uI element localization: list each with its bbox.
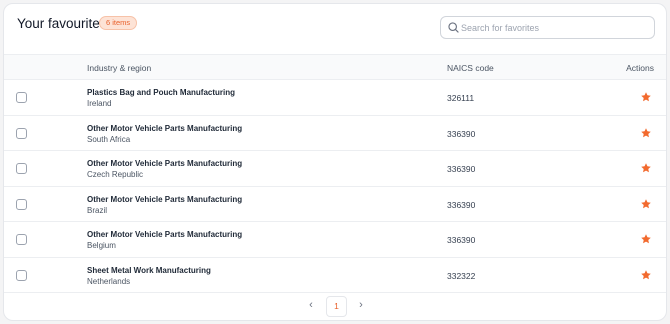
naics-code: 336390 [447, 235, 476, 245]
table-row[interactable]: Other Motor Vehicle Parts Manufacturing … [4, 187, 666, 222]
column-header-naics[interactable]: NAICS code [447, 63, 494, 73]
table-header: Industry & region NAICS code Actions [4, 54, 666, 80]
favourites-header: Your favourites 6 items [4, 4, 666, 54]
page-title: Your favourites [17, 16, 107, 31]
row-checkbox[interactable] [16, 163, 27, 174]
chevron-left-icon[interactable]: ‹ [305, 299, 317, 311]
star-icon[interactable] [640, 198, 652, 210]
naics-code: 336390 [447, 199, 476, 210]
table-row[interactable]: Other Motor Vehicle Parts Manufacturing … [4, 151, 666, 187]
region-name: Czech Republic [87, 170, 144, 179]
row-checkbox[interactable] [16, 269, 27, 281]
table-row[interactable]: Plastics Bag and Pouch Manufacturing Ire… [4, 80, 666, 116]
row-checkbox[interactable] [16, 198, 27, 210]
naics-code: 332322 [447, 270, 476, 281]
favourites-card: Your favourites 6 items Industry & regio… [3, 3, 667, 321]
favourites-table-body: Plastics Bag and Pouch Manufacturing Ire… [4, 80, 666, 293]
region-name: Netherlands [87, 276, 131, 286]
table-row[interactable]: Sheet Metal Work Manufacturing Netherlan… [4, 258, 666, 293]
search-box[interactable] [440, 16, 655, 39]
star-icon[interactable] [640, 233, 652, 245]
industry-name: Other Motor Vehicle Parts Manufacturing [87, 123, 243, 133]
naics-code: 326111 [447, 93, 475, 103]
search-input[interactable] [461, 19, 649, 36]
star-icon[interactable] [640, 127, 652, 139]
naics-code: 336390 [447, 164, 476, 174]
industry-name: Other Motor Vehicle Parts Manufacturing [87, 230, 243, 239]
region-name: South Africa [87, 134, 131, 144]
industry-name: Other Motor Vehicle Parts Manufacturing [87, 159, 243, 168]
page-number-button[interactable]: 1 [326, 296, 347, 317]
table-row[interactable]: Other Motor Vehicle Parts Manufacturing … [4, 116, 666, 151]
industry-name: Sheet Metal Work Manufacturing [87, 265, 211, 275]
industry-name: Plastics Bag and Pouch Manufacturing [87, 88, 236, 97]
naics-code: 336390 [447, 128, 476, 139]
item-count-badge: 6 items [99, 16, 138, 30]
star-icon[interactable] [640, 91, 652, 103]
column-header-industry[interactable]: Industry & region [87, 63, 151, 73]
table-row[interactable]: Other Motor Vehicle Parts Manufacturing … [4, 222, 666, 258]
column-header-actions: Actions [626, 63, 654, 73]
region-name: Brazil [87, 205, 108, 215]
pagination: ‹ 1 › [4, 292, 666, 320]
row-checkbox[interactable] [16, 92, 27, 103]
search-icon [448, 22, 459, 33]
region-name: Belgium [87, 241, 116, 250]
star-icon[interactable] [640, 269, 652, 281]
row-checkbox[interactable] [16, 127, 27, 139]
region-name: Ireland [87, 99, 112, 108]
industry-name: Other Motor Vehicle Parts Manufacturing [87, 194, 243, 204]
star-icon[interactable] [640, 162, 652, 174]
chevron-right-icon[interactable]: › [355, 299, 367, 311]
row-checkbox[interactable] [16, 234, 27, 245]
